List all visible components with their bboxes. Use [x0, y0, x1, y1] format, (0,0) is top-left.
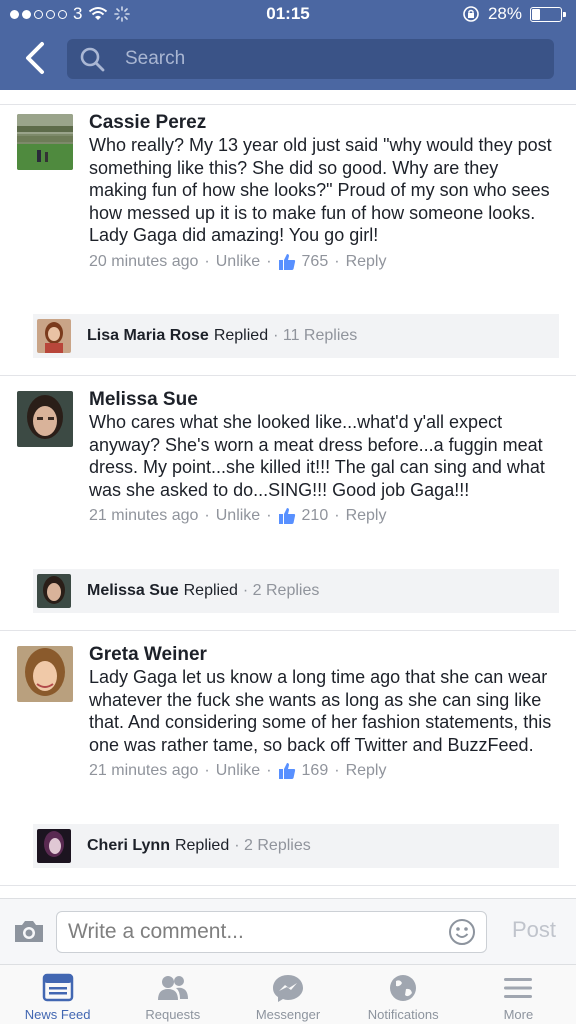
reply-author: Melissa Sue [87, 582, 179, 599]
news-feed-icon [42, 973, 73, 1002]
tab-more[interactable]: More [461, 965, 576, 1024]
tab-requests[interactable]: Requests [115, 965, 230, 1024]
like-thumb-icon [278, 763, 295, 779]
tab-bar: News Feed Requests Messenger Notificatio… [0, 964, 576, 1024]
replies-summary[interactable]: Lisa Maria Rose Replied · 11 Replies [33, 314, 559, 358]
comment-meta: 20 minutes ago · Unlike · 765 · Reply [89, 252, 387, 271]
comment-timestamp: 21 minutes ago [89, 762, 199, 779]
like-thumb-icon [278, 253, 295, 270]
menu-icon [504, 978, 533, 998]
orientation-lock-icon [463, 6, 479, 22]
reply-link[interactable]: Reply [346, 253, 387, 271]
post-button[interactable]: Post [512, 917, 556, 943]
reply-link[interactable]: Reply [346, 762, 387, 780]
battery-percent: 28% [487, 4, 522, 23]
comment-text: Who cares what she looked like...what'd … [89, 412, 545, 500]
tab-news-feed[interactable]: News Feed [0, 965, 115, 1024]
commenter-name[interactable]: Melissa Sue [89, 389, 559, 411]
like-count: 210 [301, 507, 329, 524]
avatar[interactable] [17, 646, 73, 702]
emoji-icon[interactable] [448, 918, 476, 946]
replied-label: Replied [213, 327, 269, 344]
tab-label: News Feed [24, 1007, 91, 1022]
avatar[interactable] [17, 114, 73, 170]
unlike-link[interactable]: Unlike [216, 507, 260, 525]
like-thumb-icon [278, 508, 295, 524]
comment-composer: Write a comment... Post [0, 898, 576, 964]
tab-label: Messenger [255, 1007, 321, 1022]
tab-label: Requests [145, 1007, 201, 1022]
comment-meta: 21 minutes ago · Unlike · 169 · Reply [89, 762, 387, 780]
search-bar[interactable]: Search [67, 39, 554, 79]
search-icon [80, 47, 105, 72]
comment-placeholder: Write a comment... [68, 920, 244, 943]
replies-summary[interactable]: Melissa Sue Replied · 2 Replies [33, 569, 559, 613]
back-arrow-icon[interactable] [18, 40, 54, 76]
like-count: 765 [301, 252, 329, 270]
reply-count: · 11 Replies [273, 327, 358, 344]
tab-messenger[interactable]: Messenger [230, 965, 345, 1024]
unlike-link[interactable]: Unlike [216, 253, 260, 271]
unlike-link[interactable]: Unlike [216, 762, 260, 780]
comment-text: Lady Gaga let us know a long time ago th… [89, 667, 552, 755]
comment-timestamp: 21 minutes ago [89, 507, 199, 524]
top-bar: 3 01:15 28% Search [0, 0, 576, 90]
comment-meta: 21 minutes ago · Unlike · 210 · Reply [89, 507, 387, 525]
tab-label: More [503, 1007, 534, 1022]
messenger-icon [273, 975, 303, 1002]
globe-icon [390, 975, 417, 1001]
replies-summary[interactable]: Cheri Lynn Replied · 2 Replies [33, 824, 559, 868]
comments-feed[interactable]: Cassie Perez Who really? My 13 year old … [0, 90, 576, 898]
friend-requests-icon [157, 976, 188, 1000]
comment-input[interactable]: Write a comment... [56, 911, 487, 953]
comment-text: Who really? My 13 year old just said "wh… [89, 135, 552, 245]
like-count: 169 [301, 762, 329, 779]
reply-author: Lisa Maria Rose [87, 327, 209, 344]
status-bar: 3 01:15 28% [0, 0, 576, 30]
reply-avatar [37, 319, 71, 353]
reply-count: · 2 Replies [234, 837, 311, 854]
battery-icon [530, 6, 566, 22]
divider [0, 375, 576, 376]
divider [0, 630, 576, 631]
divider [0, 885, 576, 886]
search-placeholder: Search [125, 48, 186, 69]
reply-avatar [37, 574, 71, 608]
tab-notifications[interactable]: Notifications [346, 965, 461, 1024]
camera-icon[interactable] [12, 917, 46, 945]
replied-label: Replied [183, 582, 238, 599]
reply-author: Cheri Lynn [87, 837, 170, 854]
replied-label: Replied [174, 837, 230, 854]
tab-label: Notifications [367, 1007, 439, 1022]
comment-timestamp: 20 minutes ago [89, 252, 199, 270]
reply-avatar [37, 829, 71, 863]
commenter-name[interactable]: Greta Weiner [89, 644, 559, 666]
reply-link[interactable]: Reply [346, 507, 387, 525]
commenter-name[interactable]: Cassie Perez [89, 112, 559, 134]
reply-count: · 2 Replies [242, 582, 320, 599]
divider [0, 104, 576, 105]
avatar[interactable] [17, 391, 73, 447]
